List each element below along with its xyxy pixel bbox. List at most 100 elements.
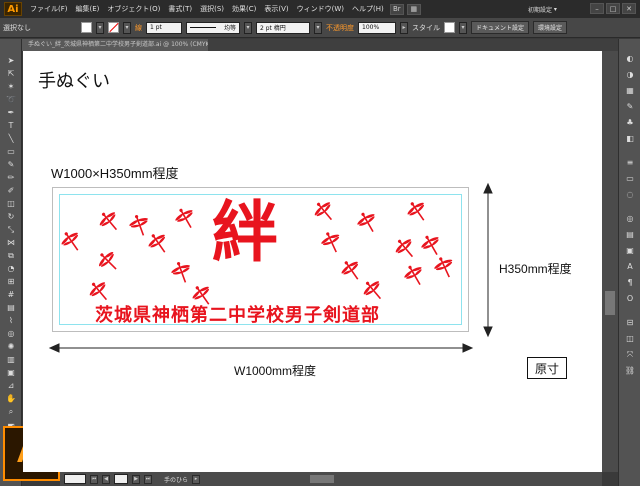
brush-dropdown-icon[interactable]: ▾ [314,21,322,34]
hand-tool-icon[interactable]: ✋ [5,393,17,404]
width-tool-icon[interactable]: ⋈ [5,237,17,248]
graphic-style-swatch[interactable] [444,22,455,33]
layers-panel-icon[interactable]: ▤ [624,229,636,240]
lasso-tool-icon[interactable]: ➰ [5,94,17,105]
links-panel-icon[interactable]: ⛓ [624,365,636,376]
close-icon[interactable]: ✕ [622,3,636,14]
maximize-icon[interactable]: □ [606,3,620,14]
bridge-icon[interactable]: Br [389,3,404,15]
stroke-profile-field[interactable]: 均等 [186,21,240,34]
blob-brush-tool-icon[interactable]: ✐ [5,185,17,196]
symbols-panel-icon[interactable]: ♣ [624,117,636,128]
perspective-grid-tool-icon[interactable]: ⊞ [5,276,17,287]
menubar-icon-group: Br ▦ [389,3,421,15]
gradient-panel-icon[interactable]: ▭ [624,173,636,184]
align-panel-icon[interactable]: ⊟ [624,317,636,328]
fill-dropdown-icon[interactable]: ▾ [96,21,104,34]
last-artboard-icon[interactable]: ⏭ [144,474,152,484]
blend-tool-icon[interactable]: ◎ [5,328,17,339]
stroke-profile-dropdown-icon[interactable]: ▾ [244,21,252,34]
document-setup-button[interactable]: ドキュメント設定 [471,21,530,34]
stroke-dropdown-icon[interactable]: ▾ [123,21,131,34]
character-panel-icon[interactable]: A [624,261,636,272]
swatches-panel-icon[interactable]: ▦ [624,85,636,96]
opentype-panel-icon[interactable]: O [624,293,636,304]
eraser-tool-icon[interactable]: ◫ [5,198,17,209]
color-guide-icon[interactable]: ◑ [624,69,636,80]
prev-artboard-icon[interactable]: ◀ [102,474,110,484]
vertical-scroll-thumb[interactable] [605,291,615,315]
stroke-label[interactable]: 線 [135,23,142,33]
artboards-panel-icon[interactable]: ▣ [624,245,636,256]
zoom-tool-icon[interactable]: ⌕ [5,406,17,417]
transform-panel-icon[interactable]: ⤧ [624,349,636,360]
magic-wand-tool-icon[interactable]: ✶ [5,81,17,92]
shape-builder-tool-icon[interactable]: ◔ [5,263,17,274]
next-artboard-icon[interactable]: ▶ [132,474,140,484]
workspace-switcher[interactable]: 初期設定 ▾ [528,4,578,14]
menu-view[interactable]: 表示(V) [264,4,288,14]
graphic-styles-icon[interactable]: ◧ [624,133,636,144]
paintbrush-tool-icon[interactable]: ✎ [5,159,17,170]
fill-swatch[interactable] [81,22,92,33]
status-bar: ⏮ ◀ ▶ ⏭ 手のひら ▸ [60,472,260,486]
pen-tool-icon[interactable]: ✒ [5,107,17,118]
direct-selection-tool-icon[interactable]: ⇱ [5,68,17,79]
menu-edit[interactable]: 編集(E) [76,4,100,14]
document-tab[interactable]: 手ぬぐい_絆_茨城県神栖第二中学校男子剣道部.ai @ 100% (CMYK/プ… [22,39,208,51]
rotate-tool-icon[interactable]: ↻ [5,211,17,222]
artboard-number-field[interactable] [114,474,128,484]
slice-tool-icon[interactable]: ⊿ [5,380,17,391]
selection-tool-icon[interactable]: ➤ [5,55,17,66]
graphic-style-dropdown-icon[interactable]: ▾ [459,21,467,34]
pathfinder-panel-icon[interactable]: ◫ [624,333,636,344]
free-transform-tool-icon[interactable]: ⧉ [5,250,17,261]
preferences-button[interactable]: 環境設定 [533,21,568,34]
status-menu-icon[interactable]: ▸ [192,474,201,484]
rectangle-tool-icon[interactable]: ▭ [5,146,17,157]
color-panel-icon[interactable]: ◐ [624,53,636,64]
transparency-panel-icon[interactable]: ◌ [624,189,636,200]
horizontal-scroll-thumb[interactable] [310,475,334,483]
minimize-icon[interactable]: – [590,3,604,14]
paragraph-panel-icon[interactable]: ¶ [624,277,636,288]
appearance-panel-icon[interactable]: ◎ [624,213,636,224]
stroke-weight-field[interactable]: 1 pt [146,21,182,34]
artboard-canvas[interactable]: 手ぬぐい W1000×H350mm程度 絆 茨城県神栖第二中学校男子剣道部 H3… [23,51,602,472]
menu-help[interactable]: ヘルプ(H) [352,4,384,14]
stroke-panel-icon[interactable]: ≡ [624,157,636,168]
opacity-value: 100% [362,24,380,31]
menu-select[interactable]: 選択(S) [200,4,224,14]
mesh-tool-icon[interactable]: # [5,289,17,300]
opacity-label[interactable]: 不透明度 [326,23,354,33]
menu-effect[interactable]: 効果(C) [232,4,256,14]
zoom-field[interactable] [64,474,86,484]
menu-window[interactable]: ウィンドウ(W) [297,4,344,14]
vertical-scrollbar[interactable] [602,51,618,472]
control-bar: 選択なし ▾ ▾ 線 1 pt 均等 ▾ 2 pt 楕円 ▾ 不透明度 100%… [0,18,640,38]
arrange-documents-icon[interactable]: ▦ [406,3,421,15]
eyedropper-tool-icon[interactable]: ⌇ [5,315,17,326]
menu-file[interactable]: ファイル(F) [30,4,68,14]
stroke-swatch[interactable] [108,22,119,33]
opacity-field[interactable]: 100% [358,21,396,34]
preferences-label: 環境設定 [538,25,563,32]
gradient-tool-icon[interactable]: ▤ [5,302,17,313]
symbol-sprayer-tool-icon[interactable]: ✺ [5,341,17,352]
panel-dock: ◐ ◑ ▦ ✎ ♣ ◧ ≡ ▭ ◌ ◎ ▤ ▣ A ¶ O ⊟ ◫ ⤧ ⛓ [618,39,640,486]
pencil-tool-icon[interactable]: ✏ [5,172,17,183]
menu-type[interactable]: 書式(T) [168,4,192,14]
brushes-panel-icon[interactable]: ✎ [624,101,636,112]
opacity-dropdown-icon[interactable]: ▸ [400,21,408,34]
scale-tool-icon[interactable]: ⤡ [5,224,17,235]
brush-field[interactable]: 2 pt 楕円 [256,21,310,34]
graph-tool-icon[interactable]: ▥ [5,354,17,365]
menu-object[interactable]: オブジェクト(O) [107,4,160,14]
height-note: H350mm程度 [499,262,572,276]
line-tool-icon[interactable]: ╲ [5,133,17,144]
app-logo: Ai [4,2,22,16]
type-tool-icon[interactable]: T [5,120,17,131]
first-artboard-icon[interactable]: ⏮ [90,474,98,484]
tools-panel: ➤ ⇱ ✶ ➰ ✒ T ╲ ▭ ✎ ✏ ✐ ◫ ↻ ⤡ ⋈ ⧉ ◔ ⊞ # ▤ … [0,39,22,486]
artboard-tool-icon[interactable]: ▣ [5,367,17,378]
